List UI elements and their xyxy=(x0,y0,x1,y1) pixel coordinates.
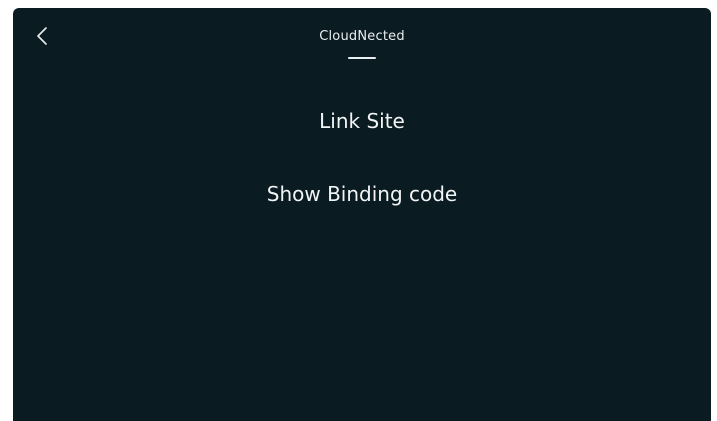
link-site-button[interactable]: Link Site xyxy=(13,109,711,133)
app-screen: CloudNected Link Site Show Binding code xyxy=(13,8,711,421)
title-underline xyxy=(348,57,376,59)
page-title: CloudNected xyxy=(319,29,405,44)
show-binding-code-button[interactable]: Show Binding code xyxy=(13,182,711,206)
